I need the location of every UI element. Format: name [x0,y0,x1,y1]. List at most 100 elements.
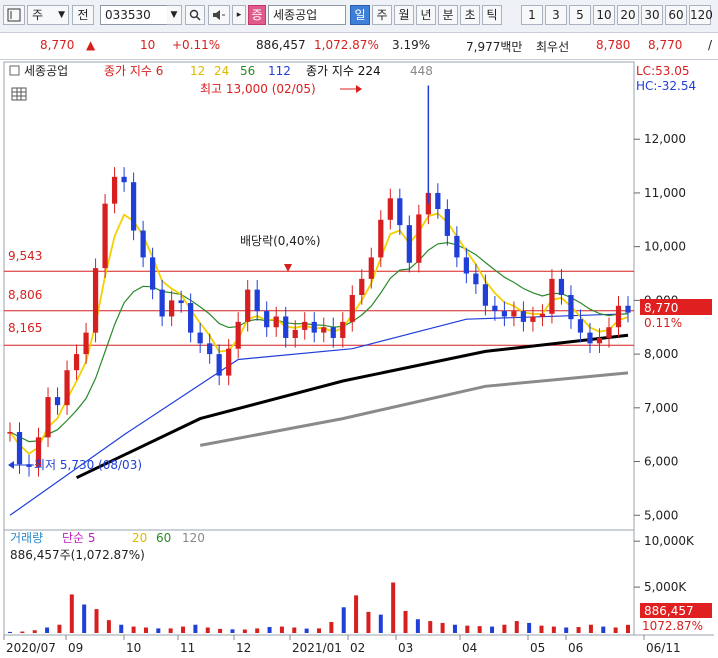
volume-bar[interactable] [626,624,630,633]
chart-window-icon[interactable] [3,5,25,25]
candle[interactable] [397,198,403,226]
volume-bar[interactable] [490,626,495,633]
candle[interactable] [54,397,61,406]
volume-bar[interactable] [218,628,223,633]
candle[interactable] [311,321,317,333]
candle[interactable] [140,230,146,258]
period-tab-6[interactable]: 틱 [482,5,502,25]
candle[interactable] [492,305,498,312]
volume-bar[interactable] [354,595,359,633]
volume-bar[interactable] [181,626,186,633]
volume-bar[interactable] [106,620,111,633]
period-tab-4[interactable]: 분 [438,5,458,25]
candle[interactable] [596,337,603,344]
candle[interactable] [501,311,508,317]
candle[interactable] [606,327,612,338]
volume-bar[interactable] [329,621,334,633]
period-tab-5[interactable]: 초 [460,5,480,25]
volume-bar[interactable] [613,627,618,633]
candle[interactable] [207,343,213,355]
candle[interactable] [83,332,89,355]
count-button-20[interactable]: 20 [617,5,639,25]
candle[interactable] [235,321,241,349]
candle[interactable] [283,316,289,338]
candle[interactable] [130,182,137,231]
candle[interactable] [511,311,517,317]
candle[interactable] [169,300,175,317]
stock-name-field[interactable]: 세종공업 [268,5,346,25]
candle[interactable] [359,278,365,295]
volume-bar[interactable] [82,604,87,633]
volume-bar[interactable] [317,628,321,633]
candle[interactable] [558,278,565,295]
candle[interactable] [273,316,279,328]
candle[interactable] [16,431,23,465]
period-tab-1[interactable]: 주 [372,5,392,25]
volume-bar[interactable] [168,628,173,633]
volume-bar[interactable] [576,627,581,633]
volume-bar[interactable] [502,624,507,633]
candle[interactable] [45,397,51,438]
volume-bar[interactable] [428,621,433,633]
chevron-right-icon[interactable]: ▸ [232,5,246,25]
candle[interactable] [615,305,622,328]
candle[interactable] [340,321,346,338]
volume-bar[interactable] [527,622,532,633]
candle[interactable] [549,278,555,314]
candle[interactable] [387,198,393,220]
volume-bar[interactable] [514,621,519,633]
volume-bar[interactable] [292,627,297,633]
volume-bar[interactable] [267,627,272,633]
candle[interactable] [150,257,156,290]
count-button-60[interactable]: 60 [665,5,687,25]
market-type-select[interactable]: 주 ▼ [27,5,69,25]
volume-bar[interactable] [242,629,247,633]
volume-bar[interactable] [403,610,408,633]
candle[interactable] [254,289,260,312]
candle[interactable] [121,176,127,183]
volume-bar[interactable] [8,631,12,633]
candle[interactable] [197,332,203,344]
candle[interactable] [216,354,222,376]
code-dropdown-icon[interactable]: ▼ [167,5,182,25]
volume-bar[interactable] [391,582,396,634]
candle[interactable] [539,313,546,317]
candle[interactable] [520,311,527,322]
volume-bar[interactable] [279,626,284,633]
count-button-120[interactable]: 120 [689,5,713,25]
volume-bar[interactable] [205,627,210,633]
volume-bar[interactable] [156,628,161,633]
candle[interactable] [159,289,165,317]
candle[interactable] [368,257,374,279]
candle[interactable] [321,327,327,333]
volume-bar[interactable] [366,611,371,633]
prev-button[interactable]: 전 [72,5,94,25]
search-icon[interactable] [185,5,205,25]
candle[interactable] [349,295,355,322]
volume-bar[interactable] [20,631,25,633]
candle[interactable] [416,214,422,263]
candle[interactable] [378,219,384,258]
period-tab-2[interactable]: 월 [394,5,414,25]
period-tab-0[interactable]: 일 [350,5,370,25]
count-button-10[interactable]: 10 [593,5,615,25]
period-tab-3[interactable]: 년 [416,5,436,25]
volume-bar[interactable] [45,627,50,633]
candle[interactable] [435,192,441,210]
volume-bar[interactable] [32,630,37,633]
volume-bar[interactable] [304,628,309,633]
price-chart-svg[interactable]: 5,0006,0007,0008,0009,00010,00011,00012,… [0,60,718,655]
volume-bar[interactable] [378,614,383,633]
volume-bar[interactable] [57,624,62,633]
volume-bar[interactable] [255,628,260,633]
candle[interactable] [188,303,194,333]
candle[interactable] [587,332,593,344]
count-button-3[interactable]: 3 [545,5,567,25]
volume-bar[interactable] [341,607,346,633]
candle[interactable] [73,354,80,371]
volume-bar[interactable] [131,626,136,633]
volume-bar[interactable] [94,609,99,633]
volume-bar[interactable] [601,626,606,633]
count-button-5[interactable]: 5 [569,5,591,25]
candle[interactable] [463,257,469,274]
